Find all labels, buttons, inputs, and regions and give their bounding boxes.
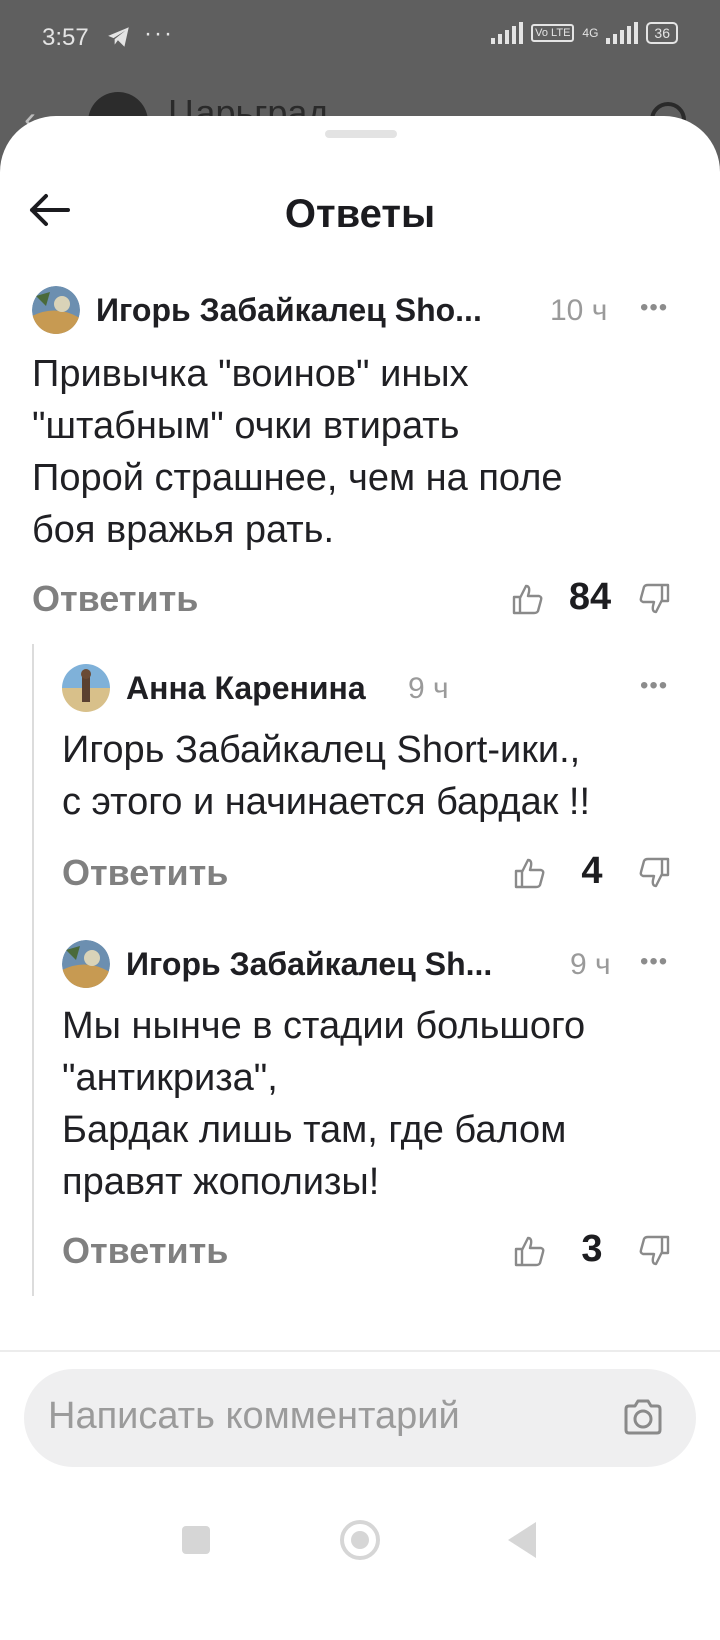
signal-icon xyxy=(491,22,524,44)
thread-line xyxy=(32,644,34,1296)
network-type: 4G xyxy=(582,26,599,40)
telegram-icon xyxy=(108,27,129,47)
reply-button[interactable]: Ответить xyxy=(62,1230,228,1272)
sheet-title: Ответы xyxy=(284,192,436,236)
status-time: 3:57 xyxy=(42,24,89,51)
system-back-button[interactable] xyxy=(508,1522,536,1558)
camera-icon[interactable] xyxy=(622,1397,664,1437)
comment-author[interactable]: Анна Каренина xyxy=(126,670,396,707)
status-bar: 3:57 ··· Vo LTE 4G 36 xyxy=(0,0,720,80)
composer-divider xyxy=(0,1350,720,1352)
system-navigation-bar xyxy=(0,1496,720,1616)
reply-button[interactable]: Ответить xyxy=(32,578,198,620)
more-options-icon[interactable]: ••• xyxy=(640,948,668,976)
thumbs-down-icon[interactable] xyxy=(638,582,672,616)
like-count: 84 xyxy=(568,576,612,618)
comment-author[interactable]: Игорь Забайкалец Sh... xyxy=(126,946,544,983)
status-more-dots: ··· xyxy=(144,20,174,47)
avatar-image xyxy=(62,940,110,988)
avatar[interactable] xyxy=(32,286,80,334)
comment-text: Мы нынче в стадии большого "антикриза", … xyxy=(62,1005,586,1203)
replies-sheet: Ответы Игорь Забайкалец Sho... 10 ч ••• … xyxy=(0,116,720,1640)
thumbs-up-icon[interactable] xyxy=(510,582,544,616)
status-indicators: Vo LTE 4G 36 xyxy=(491,22,678,44)
avatar[interactable] xyxy=(62,664,110,712)
reply-button[interactable]: Ответить xyxy=(62,852,228,894)
more-options-icon[interactable]: ••• xyxy=(640,672,668,700)
comment-text: Привычка "воинов" иных "штабным" очки вт… xyxy=(32,353,563,551)
comment-time: 9 ч xyxy=(570,948,611,981)
like-count: 3 xyxy=(581,1228,603,1270)
sheet-drag-handle[interactable] xyxy=(325,130,397,138)
avatar[interactable] xyxy=(62,940,110,988)
like-count: 4 xyxy=(581,850,603,892)
avatar-image xyxy=(62,664,110,712)
comment-input[interactable]: Написать комментарий xyxy=(24,1369,696,1467)
thumbs-down-icon[interactable] xyxy=(638,1234,672,1268)
recent-apps-button[interactable] xyxy=(182,1526,210,1554)
signal-icon-2 xyxy=(606,22,639,44)
comment-text: Игорь Забайкалец Short-ики., с этого и н… xyxy=(62,729,591,823)
avatar-image xyxy=(32,286,80,334)
battery-indicator: 36 xyxy=(646,22,678,44)
thumbs-down-icon[interactable] xyxy=(638,856,672,890)
volte-badge: Vo LTE xyxy=(531,24,575,42)
thumbs-up-icon[interactable] xyxy=(512,856,546,890)
comment-input-placeholder: Написать комментарий xyxy=(48,1395,460,1437)
comment-time: 10 ч xyxy=(550,294,608,327)
thumbs-up-icon[interactable] xyxy=(512,1234,546,1268)
more-options-icon[interactable]: ••• xyxy=(640,294,668,322)
home-button[interactable] xyxy=(340,1520,380,1560)
comment-time: 9 ч xyxy=(408,672,449,705)
comment-author[interactable]: Игорь Забайкалец Sho... xyxy=(96,292,528,329)
